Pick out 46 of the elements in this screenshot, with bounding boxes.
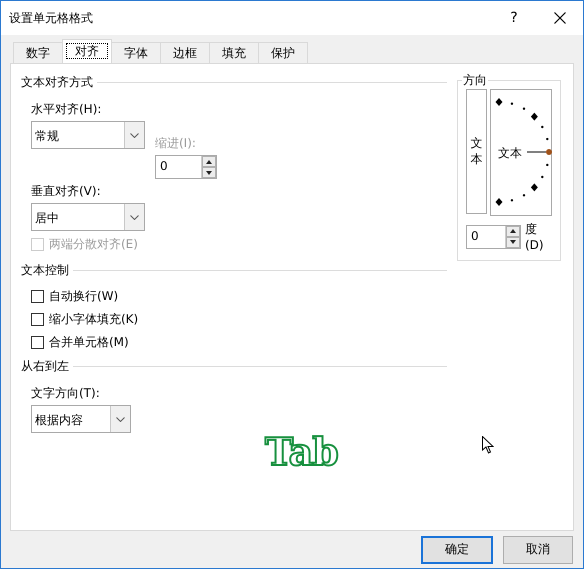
section-title: 文本对齐方式 [21,74,93,91]
chevron-down-icon [130,132,139,138]
field-label: 水平对齐(H): [31,101,102,118]
checkbox[interactable] [31,290,44,303]
spin-down-button[interactable] [202,167,216,178]
pointer-icon [482,436,494,454]
chevron-down-icon [130,214,139,220]
up-arrow-icon [206,160,212,164]
window-title: 设置单元格格式 [9,10,94,26]
dialog-button[interactable]: 取消 [503,536,573,564]
horizontal-align-select[interactable]: 常规 [31,121,145,149]
checkbox[interactable] [31,336,44,349]
field-label: 垂直对齐(V): [31,183,102,200]
up-arrow-icon [510,229,516,233]
orientation-dial[interactable]: 文本 [490,89,552,216]
checkbox-label: 两端分散对齐(E) [49,236,138,253]
chevron-down-icon [116,416,125,422]
down-arrow-icon [206,170,212,174]
key-overlay: Tab [265,429,338,474]
checkbox[interactable] [31,313,44,326]
text-direction-select[interactable]: 根据内容 [31,405,131,433]
section-title: 从右到左 [21,358,69,375]
down-arrow-icon [510,240,516,244]
checkbox-label: 缩小字体填充(K) [49,311,138,328]
dropdown-button[interactable] [124,204,144,230]
field-label: 文字方向(T): [31,385,101,402]
number-spinner[interactable]: 0 [155,155,217,179]
close-icon [554,12,566,24]
dropdown-button[interactable] [124,122,144,148]
checkbox-label: 自动换行(W) [49,288,118,305]
section-title: 文本控制 [21,262,69,279]
field-label: 缩进(I): [155,135,197,152]
tab[interactable]: 对齐 [62,39,112,63]
tab[interactable]: 保护 [258,42,308,63]
tab[interactable]: 数字 [13,42,63,63]
vertical-text-button[interactable]: 文本 [466,89,488,214]
field-label: 度(D) [524,221,545,252]
checkbox-label: 合并单元格(M) [49,334,129,351]
spin-up-button[interactable] [506,226,520,236]
spin-down-button[interactable] [506,236,520,248]
dropdown-button[interactable] [110,406,130,432]
spin-up-button[interactable] [202,156,216,167]
vertical-align-select[interactable]: 居中 [31,203,145,231]
number-spinner[interactable]: 0 [466,224,521,248]
help-button[interactable]: ? [491,10,537,26]
dialog-button[interactable]: 确定 [421,536,493,564]
